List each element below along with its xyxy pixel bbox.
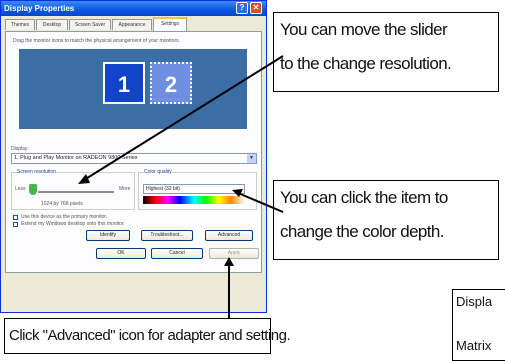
resolution-arrowhead	[78, 174, 90, 184]
pointer-arrows	[78, 55, 284, 318]
color-arrowhead	[232, 189, 243, 197]
resolution-arrow	[83, 55, 284, 181]
advanced-arrowhead	[224, 257, 234, 266]
color-arrow	[237, 192, 284, 213]
